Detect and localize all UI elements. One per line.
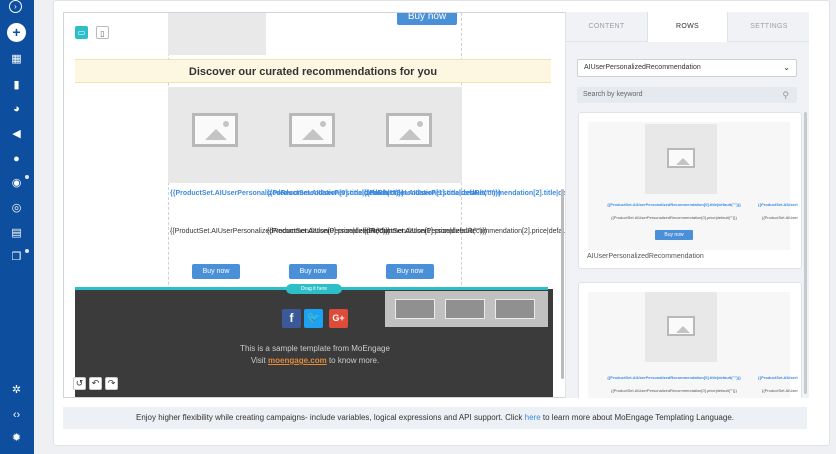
users-badge-dot (25, 175, 29, 179)
row-template-card[interactable]: {{ProductSet.AIUserPersonalizedRecommend… (578, 282, 802, 398)
search-placeholder: Search by keyword (583, 91, 643, 98)
content-icon[interactable]: ▤ (10, 227, 23, 240)
select-value: AIUserPersonalizedRecommendation (584, 64, 701, 71)
banner-title: Discover our curated recommendations for… (188, 66, 438, 78)
product-title: {{ProductSet.AIUserPersonalizedRecommend… (267, 190, 501, 197)
row-category-select[interactable]: AIUserPersonalizedRecommendation ⌄ (577, 59, 797, 77)
tab-settings[interactable]: SETTINGS (728, 12, 809, 42)
footer-visit: Visit (250, 356, 266, 365)
history-icon[interactable]: ↺ (73, 377, 86, 390)
tab-content[interactable]: CONTENT (566, 12, 647, 42)
template-name: AIUserPersonalizedRecommendation (587, 253, 704, 260)
template-price: {{ProductSet.AIUser (762, 215, 798, 220)
row-template-preview: {{ProductSet.AIUserPersonalizedRecommend… (588, 122, 798, 250)
code-icon[interactable]: ‹› (10, 409, 23, 422)
ghost-column (495, 299, 535, 319)
side-panel: CONTENT ROWS SETTINGS AIUserPersonalized… (565, 12, 809, 398)
analytics-icon[interactable]: ▮ (10, 79, 23, 92)
learn-more-link[interactable]: here (525, 413, 541, 422)
template-title: {{ProductSet.AIUserPersonalizedRecommend… (607, 202, 741, 207)
undo-icon[interactable]: ↶ (89, 377, 102, 390)
left-nav: › + ▦ ▮ ◕ ◀ ● ◉ ◎ ▤ ❐ ✲ ‹› ✹ (0, 0, 34, 454)
top-buy-now-button[interactable]: Buy now (397, 13, 457, 25)
desktop-view-icon[interactable]: ▭ (75, 26, 88, 39)
moengage-link[interactable]: moengage.com (268, 356, 327, 365)
template-price: {{ProductSet.AIUserPersonalizedRecommend… (611, 388, 737, 393)
buy-now-button[interactable]: Buy now (289, 264, 337, 279)
settings-icon[interactable]: ✹ (10, 432, 23, 445)
info-text-tail: to learn more about MoEngage Templating … (542, 413, 734, 422)
templates-icon[interactable]: ❐ (10, 251, 23, 264)
product-price: {{ProductSet.AIUserPersonalizedRecommend… (364, 228, 566, 235)
mobile-view-icon[interactable]: ▯ (96, 26, 109, 39)
template-title: {{ProductSet.AIUserI (758, 202, 798, 207)
image-placeholder-icon (192, 113, 238, 147)
template-title: {{ProductSet.AIUserI (758, 375, 798, 380)
canvas-scrollbar[interactable] (561, 189, 564, 379)
image-placeholder-icon (386, 113, 432, 147)
buy-now-button[interactable]: Buy now (386, 264, 434, 279)
image-placeholder-icon (667, 316, 695, 336)
footer-tail: to know more. (328, 356, 380, 365)
template-buy-button: Buy now (655, 230, 693, 240)
image-placeholder-icon (289, 113, 335, 147)
search-icon: ⚲ (782, 90, 789, 100)
campaigns-icon[interactable]: ◀ (10, 128, 23, 141)
panel-scrollbar[interactable] (804, 112, 807, 394)
drag-here-label: Drag it here (286, 284, 342, 294)
twitter-icon[interactable]: 🐦 (304, 309, 323, 328)
image-placeholder-icon (667, 148, 695, 168)
panel-tabs: CONTENT ROWS SETTINGS (566, 12, 809, 42)
ghost-column (445, 299, 485, 319)
chevron-down-icon: ⌄ (783, 63, 790, 72)
recommendations-banner[interactable]: Discover our curated recommendations for… (75, 59, 551, 83)
info-text: Enjoy higher flexibility while creating … (135, 413, 523, 422)
dashboard-icon[interactable]: ▦ (10, 53, 23, 66)
template-price: {{ProductSet.AIUser (762, 388, 798, 393)
flows-icon[interactable]: ● (10, 153, 23, 166)
segments-icon[interactable]: ◕ (10, 103, 23, 116)
email-editor-canvas[interactable]: Buy now ▭ ▯ Discover our curated recomme… (63, 12, 566, 398)
integrations-icon[interactable]: ✲ (10, 384, 23, 397)
row-template-preview: {{ProductSet.AIUserPersonalizedRecommend… (588, 292, 798, 398)
redo-icon[interactable]: ↷ (105, 377, 118, 390)
dragged-row-ghost[interactable] (385, 291, 548, 327)
users-icon[interactable]: ◉ (10, 177, 23, 190)
template-image (645, 124, 717, 194)
plus-icon[interactable]: + (7, 23, 26, 42)
buy-now-button[interactable]: Buy now (192, 264, 240, 279)
product-title: {{ProductSet.AIUserPersonalizedRecommend… (170, 190, 404, 197)
product-title: {{ProductSet.AIUserPersonalizedRecommend… (364, 190, 565, 197)
templates-badge-dot (25, 249, 29, 253)
template-image (645, 292, 717, 362)
footer-text: This is a sample template from MoEngage (240, 344, 390, 353)
templating-info-bar: Enjoy higher flexibility while creating … (63, 407, 807, 429)
keyword-search-input[interactable]: Search by keyword ⚲ (577, 87, 797, 103)
product-price: {{ProductSet.AIUserPersonalizedRecommend… (170, 228, 391, 235)
row-template-card[interactable]: {{ProductSet.AIUserPersonalizedRecommend… (578, 112, 802, 269)
template-price: {{ProductSet.AIUserPersonalizedRecommend… (611, 215, 737, 220)
tab-rows[interactable]: ROWS (647, 12, 728, 42)
google-plus-icon[interactable]: G+ (329, 309, 348, 328)
template-title: {{ProductSet.AIUserPersonalizedRecommend… (607, 375, 741, 380)
personalize-icon[interactable]: ◎ (10, 202, 23, 215)
product-price: {{ProductSet.AIUserPersonalizedRecommend… (267, 228, 488, 235)
chevron-right-icon[interactable]: › (9, 0, 22, 13)
top-image-placeholder[interactable] (168, 13, 266, 55)
ghost-column (395, 299, 435, 319)
footer-visit-line: Visit moengage.com to know more. (168, 356, 462, 365)
facebook-icon[interactable]: f (282, 309, 301, 328)
